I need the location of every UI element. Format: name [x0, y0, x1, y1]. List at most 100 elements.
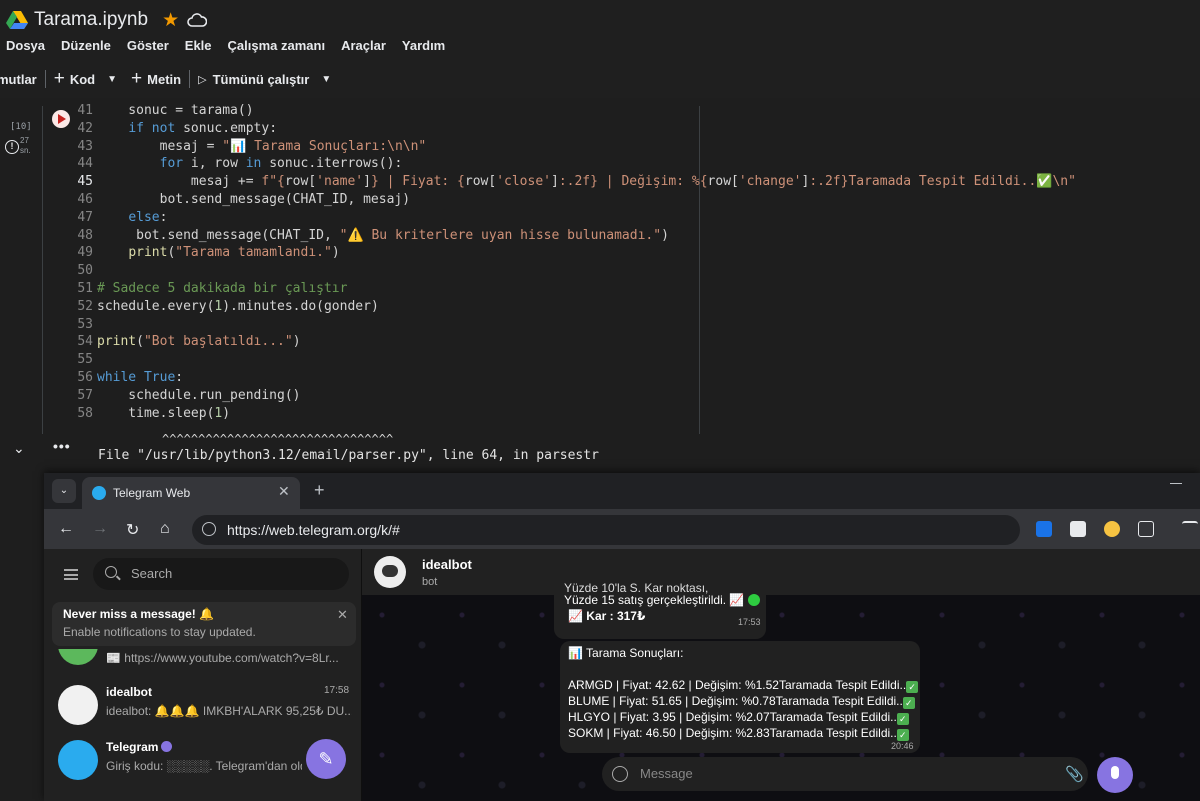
code-text: sonuc = tarama(): [97, 103, 254, 118]
line-number: 49: [77, 245, 93, 261]
code-line[interactable]: 46 bot.send_message(CHAT_ID, mesaj): [61, 191, 1076, 209]
emoji-icon[interactable]: [612, 766, 628, 782]
search-icon: [105, 566, 117, 578]
code-line[interactable]: 50: [61, 262, 1076, 280]
url-text[interactable]: https://web.telegram.org/k/#: [227, 522, 400, 538]
chat-list-item-idealbot[interactable]: idealbot 17:58 idealbot: 🔔🔔🔔 IMKBH'ALARK…: [44, 679, 362, 737]
code-editor[interactable]: 41 sonuc = tarama() 42 if not sonuc.empty…: [61, 102, 1076, 422]
hamburger-menu-icon[interactable]: [64, 569, 78, 580]
output-menu-icon[interactable]: •••: [53, 438, 71, 454]
code-line[interactable]: 45 mesaj += f"{row['name']} | Fiyat: {ro…: [61, 173, 1076, 191]
side-panel-icon[interactable]: [1182, 521, 1198, 537]
result-row: SOKM | Fiyat: 46.50 | Değişim: %2.83Tara…: [568, 726, 909, 742]
line-number: 42: [77, 120, 93, 136]
line-number: 46: [77, 191, 93, 207]
minimize-icon[interactable]: [1170, 483, 1182, 484]
add-text-button[interactable]: + Metin: [131, 64, 181, 94]
extension-icon[interactable]: [1070, 521, 1086, 537]
address-bar-row: ← → ↻ ⌂ https://web.telegram.org/k/#: [44, 509, 1200, 549]
code-line[interactable]: 47 else:: [61, 209, 1076, 227]
message-composer[interactable]: Message 📎: [602, 757, 1088, 791]
code-text: for i, row in sonuc.iterrows():: [159, 156, 403, 172]
line-number: 55: [77, 352, 93, 368]
code-line[interactable]: 44 for i, row in sonuc.iterrows():: [61, 155, 1076, 173]
home-icon[interactable]: ⌂: [160, 520, 170, 538]
menu-edit[interactable]: Düzenle: [61, 38, 111, 56]
site-info-icon[interactable]: [202, 522, 216, 536]
code-line[interactable]: 54 print("Bot başlatıldı..."): [61, 333, 1076, 351]
add-code-label: Kod: [69, 71, 96, 87]
check-icon: ✓: [896, 713, 909, 725]
code-line[interactable]: 41 sonuc = tarama(): [61, 102, 1076, 120]
telegram-favicon-icon: [92, 486, 106, 500]
notification-banner[interactable]: Never miss a message! 🔔 Enable notificat…: [52, 602, 356, 646]
code-text: mesaj = "📊 Tarama Sonuçları:\n\n": [97, 138, 427, 154]
code-line[interactable]: 58 time.sleep(1): [61, 405, 1076, 423]
code-line[interactable]: 56 while True:: [61, 369, 1076, 387]
new-message-pencil-icon[interactable]: ✎: [306, 739, 346, 779]
chat-name: idealbot: [106, 685, 153, 699]
code-line[interactable]: 57 schedule.run_pending(): [61, 387, 1076, 405]
menu-file[interactable]: Dosya: [6, 38, 45, 56]
close-notification-icon[interactable]: ✕: [337, 607, 348, 623]
elapsed-time: 27 sn.: [20, 136, 31, 155]
star-icon[interactable]: ★: [162, 9, 179, 32]
tab-telegram[interactable]: Telegram Web ✕: [82, 477, 300, 509]
code-line[interactable]: 52 schedule.every(1).minutes.do(gonder): [61, 298, 1076, 316]
code-line[interactable]: 53: [61, 316, 1076, 334]
menu-view[interactable]: Göster: [127, 38, 169, 56]
collapse-output-icon[interactable]: ⌄: [13, 440, 25, 457]
line-number: 52: [77, 298, 93, 314]
code-line[interactable]: 42 if not sonuc.empty:: [61, 120, 1076, 138]
check-icon: ✓: [902, 697, 915, 709]
search-input[interactable]: Search: [93, 558, 349, 590]
line-number: 48: [77, 227, 93, 243]
tab-title: Telegram Web: [113, 486, 191, 500]
execution-count: [10]: [10, 122, 32, 132]
extensions-puzzle-icon[interactable]: [1138, 521, 1154, 537]
attach-icon[interactable]: 📎: [1065, 765, 1084, 783]
cloud-saved-icon[interactable]: [187, 12, 208, 28]
commands-button[interactable]: mutlar: [0, 64, 37, 94]
toolbar: mutlar + Kod ▼ + Metin ▷ Tümünü çalıştır ▼: [0, 62, 1200, 96]
new-tab-icon[interactable]: +: [314, 480, 325, 501]
message-bubble[interactable]: Yüzde 10'la S. Kar noktası, Yüzde 15 sat…: [554, 581, 766, 639]
add-code-button[interactable]: + Kod: [54, 64, 95, 94]
result-text: ARMGD | Fiyat: 42.62 | Değişim: %1.52Tar…: [568, 678, 907, 692]
chat-preview: 📰 https://www.youtube.com/watch?v=8Lr...: [106, 651, 339, 665]
chat-name-text: Telegram: [106, 740, 159, 754]
menu-runtime[interactable]: Çalışma zamanı: [228, 38, 326, 56]
run-all-button[interactable]: ▷ Tümünü çalıştır: [198, 64, 309, 94]
message-input[interactable]: Message: [640, 766, 693, 781]
code-line[interactable]: 48 bot.send_message(CHAT_ID, "⚠️ Bu krit…: [61, 227, 1076, 245]
code-dropdown-icon[interactable]: ▼: [107, 74, 117, 85]
menu-insert[interactable]: Ekle: [185, 38, 212, 56]
menu-help[interactable]: Yardım: [402, 38, 445, 56]
reload-icon[interactable]: ↻: [126, 520, 139, 540]
code-cell[interactable]: 41 sonuc = tarama() 42 if not sonuc.empty…: [42, 103, 1200, 434]
forward-icon[interactable]: →: [92, 520, 108, 538]
line-number: 57: [77, 387, 93, 403]
back-icon[interactable]: ←: [58, 520, 74, 538]
microphone-icon[interactable]: [1097, 757, 1133, 793]
menu-tools[interactable]: Araçlar: [341, 38, 386, 56]
run-all-dropdown-icon[interactable]: ▼: [321, 74, 331, 85]
code-line[interactable]: 43 mesaj = "📊 Tarama Sonuçları:\n\n": [61, 138, 1076, 156]
url-bar[interactable]: https://web.telegram.org/k/#: [192, 515, 1020, 545]
scan-results-message[interactable]: 📊 Tarama Sonuçları: ARMGD | Fiyat: 42.62…: [560, 641, 920, 753]
close-tab-icon[interactable]: ✕: [278, 483, 290, 500]
chat-header[interactable]: idealbot bot: [362, 549, 1200, 595]
extension-icon[interactable]: [1036, 521, 1052, 537]
extension-icon[interactable]: [1104, 521, 1120, 537]
notebook-title[interactable]: Tarama.ipynb: [34, 9, 148, 31]
code-line[interactable]: 51 # Sadece 5 dakikada bir çalıştır: [61, 280, 1076, 298]
drive-logo-icon[interactable]: [6, 10, 28, 30]
line-number: 56: [77, 369, 93, 385]
tab-search-icon[interactable]: ⌄: [52, 479, 76, 503]
run-all-label: Tümünü çalıştır: [212, 71, 310, 87]
code-line[interactable]: 49 print("Tarama tamamlandı."): [61, 244, 1076, 262]
chat-list-item[interactable]: 📰 https://www.youtube.com/watch?v=8Lr...: [44, 649, 362, 679]
code-line[interactable]: 55: [61, 351, 1076, 369]
code-text: print("Bot başlatıldı..."): [97, 334, 301, 350]
chat-preview: Giriş kodu: ░░░░░. Telegram'dan old...: [106, 759, 302, 773]
